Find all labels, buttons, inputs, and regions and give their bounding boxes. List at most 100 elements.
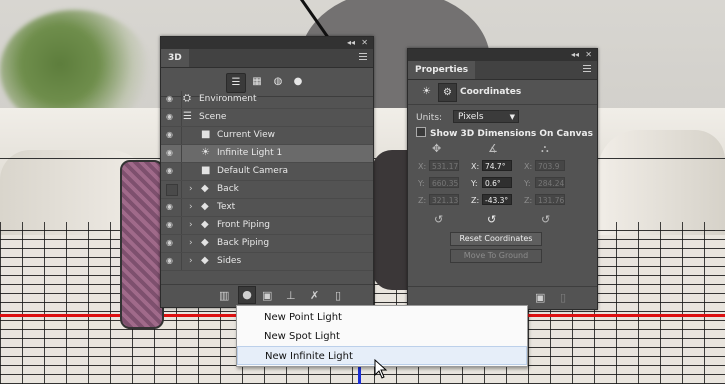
- section-title: Coordinates: [460, 87, 522, 97]
- scale-z-field[interactable]: 131.76: [535, 194, 565, 205]
- mesh-icon: ◆: [201, 255, 209, 266]
- scale-y-label: Y:: [524, 179, 531, 188]
- delete-icon[interactable]: ▯: [335, 289, 341, 302]
- render-icon[interactable]: ▣: [535, 291, 545, 304]
- tab-3d[interactable]: 3D: [161, 49, 189, 67]
- tree-row[interactable]: ◉ › ◆ Text: [161, 199, 373, 217]
- tree-row[interactable]: ◉ › ◆ Sides: [161, 253, 373, 271]
- tree-row[interactable]: › ◆ Back: [161, 181, 373, 199]
- move-to-ground-button[interactable]: Move To Ground: [450, 249, 542, 263]
- tree-row[interactable]: ◉ › ◆ Front Piping: [161, 217, 373, 235]
- eye-icon[interactable]: ◉: [166, 257, 176, 265]
- materials-icon[interactable]: ◍: [269, 73, 287, 91]
- render-icon[interactable]: ▥: [219, 289, 229, 302]
- position-x-field[interactable]: 531.17: [429, 160, 459, 171]
- infinite-light-icon[interactable]: ☀: [418, 83, 435, 100]
- eye-icon[interactable]: ◉: [166, 113, 176, 121]
- camera-icon: ■: [201, 165, 211, 176]
- tree-row-label: Current View: [217, 130, 276, 140]
- tree-row[interactable]: ◉ ☰ Scene: [161, 109, 373, 127]
- new-object-icon[interactable]: ▣: [262, 289, 272, 302]
- chevron-right-icon[interactable]: ›: [189, 256, 193, 266]
- rotation-y-label: Y:: [471, 179, 478, 188]
- tree-row-label: Infinite Light 1: [217, 148, 283, 158]
- coordinates-icon[interactable]: ⚙: [438, 83, 457, 102]
- panel-titlebar[interactable]: ◂◂ ✕: [161, 37, 373, 49]
- row-divider: [181, 91, 182, 108]
- whole-scene-icon[interactable]: ☰: [226, 73, 246, 93]
- eye-icon[interactable]: ◉: [166, 221, 176, 229]
- tree-row[interactable]: ◉ ■ Current View: [161, 127, 373, 145]
- panel-titlebar[interactable]: ◂◂ ✕: [408, 49, 597, 61]
- chevron-right-icon[interactable]: ›: [189, 238, 193, 248]
- scale-x-field[interactable]: 703.9: [535, 160, 565, 171]
- chevron-down-icon: ▼: [509, 113, 515, 121]
- collapse-icon[interactable]: ◂◂: [347, 37, 355, 49]
- mouse-pointer-icon: [374, 359, 388, 379]
- eye-icon[interactable]: ◉: [166, 149, 176, 157]
- position-z-field[interactable]: 321.13: [429, 194, 459, 205]
- add-light-icon[interactable]: ●: [238, 286, 256, 304]
- position-icon: ✥: [432, 142, 442, 155]
- panel-menu-icon[interactable]: [583, 65, 591, 74]
- row-divider: [181, 145, 182, 162]
- reset-scale-icon[interactable]: ↺: [541, 213, 550, 226]
- eye-icon[interactable]: ◉: [166, 95, 176, 103]
- show-dimensions-checkbox[interactable]: [416, 127, 426, 137]
- position-y-field[interactable]: 660.35: [429, 177, 459, 188]
- 3d-panel: ◂◂ ✕ 3D ☰ ▦ ◍ ● ◉ ⛭ Environment ◉ ☰ Scene ◉ ■ Cu…: [160, 36, 374, 308]
- eye-icon[interactable]: ◉: [166, 203, 176, 211]
- add-light-menu: New Point Light New Spot Light New Infin…: [236, 305, 528, 367]
- row-divider: [181, 217, 182, 234]
- delete-light-icon[interactable]: ✗: [310, 289, 319, 302]
- rotation-y-field[interactable]: 0.6°: [482, 177, 512, 188]
- properties-header: ☀ ⚙ Coordinates: [408, 80, 597, 105]
- reset-rotation-icon[interactable]: ↺: [487, 213, 496, 226]
- units-label: Units:: [416, 113, 443, 123]
- menu-item-new-spot-light[interactable]: New Spot Light: [237, 327, 527, 346]
- tab-properties[interactable]: Properties: [408, 61, 476, 79]
- tree-row-label: Front Piping: [217, 220, 270, 230]
- scale-y-field[interactable]: 284.24: [535, 177, 565, 188]
- position-y-label: Y:: [418, 179, 425, 188]
- tree-row[interactable]: ◉ ■ Default Camera: [161, 163, 373, 181]
- visibility-toggle-off[interactable]: [166, 184, 178, 196]
- chevron-right-icon[interactable]: ›: [189, 220, 193, 230]
- mesh-icon: ◆: [201, 219, 209, 230]
- lights-icon[interactable]: ●: [289, 73, 307, 91]
- rotation-z-field[interactable]: -43.3°: [482, 194, 512, 205]
- tree-row[interactable]: ◉ ⛭ Environment: [161, 91, 373, 109]
- rotation-z-label: Z:: [471, 196, 480, 205]
- units-select[interactable]: Pixels ▼: [453, 110, 519, 123]
- close-icon[interactable]: ✕: [585, 49, 592, 61]
- collapse-icon[interactable]: ◂◂: [571, 49, 579, 61]
- row-divider: [181, 127, 182, 144]
- show-dimensions-row[interactable]: Show 3D Dimensions On Canvas: [416, 127, 593, 139]
- panel-tab-row: Properties: [408, 61, 597, 80]
- chevron-right-icon[interactable]: ›: [189, 202, 193, 212]
- position-x-label: X:: [418, 162, 427, 171]
- row-divider: [181, 199, 182, 216]
- tree-row[interactable]: ◉ › ◆ Back Piping: [161, 235, 373, 253]
- eye-icon[interactable]: ◉: [166, 131, 176, 139]
- rotation-x-label: X:: [471, 162, 480, 171]
- close-icon[interactable]: ✕: [361, 37, 368, 49]
- properties-panel: ◂◂ ✕ Properties ☀ ⚙ Coordinates Units: P…: [407, 48, 598, 310]
- drop-to-ground-icon[interactable]: ⊥: [286, 289, 296, 302]
- eye-icon[interactable]: ◉: [166, 239, 176, 247]
- reset-position-icon[interactable]: ↺: [434, 213, 443, 226]
- scene-tree: ◉ ⛭ Environment ◉ ☰ Scene ◉ ■ Current View ◉ ☀ Infi…: [161, 91, 373, 271]
- row-divider: [181, 235, 182, 252]
- eye-icon[interactable]: ◉: [166, 167, 176, 175]
- delete-icon[interactable]: ▯: [560, 291, 566, 304]
- rotation-x-field[interactable]: 74.7°: [482, 160, 512, 171]
- chevron-right-icon[interactable]: ›: [189, 184, 193, 194]
- mesh-icon: ◆: [201, 201, 209, 212]
- menu-item-new-point-light[interactable]: New Point Light: [237, 308, 527, 327]
- tree-row[interactable]: ◉ ☀ Infinite Light 1: [161, 145, 373, 163]
- meshes-icon[interactable]: ▦: [248, 73, 266, 91]
- reset-coordinates-button[interactable]: Reset Coordinates: [450, 232, 542, 246]
- panel-menu-icon[interactable]: [359, 53, 367, 62]
- 3d-text-pillow-object[interactable]: [120, 160, 164, 329]
- tree-row-label: Back: [217, 184, 239, 194]
